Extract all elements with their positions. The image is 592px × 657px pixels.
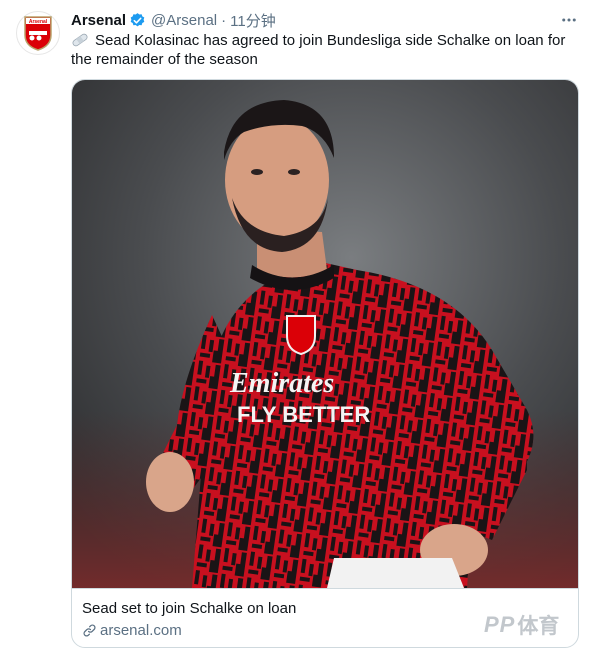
tweet-header: Arsenal @Arsenal · 11分钟	[71, 9, 580, 31]
link-icon	[83, 624, 96, 637]
timestamp[interactable]: 11分钟	[230, 10, 276, 31]
card-domain-text[interactable]: arsenal.com	[100, 621, 182, 640]
display-name[interactable]: Arsenal	[71, 12, 126, 29]
verified-badge-icon	[129, 12, 146, 29]
avatar-crest-text: Arsenal	[29, 19, 48, 25]
shirt-sponsor-line2-text: FLY BETTER	[237, 402, 370, 427]
watermark-text: 体育	[517, 615, 560, 638]
bandage-emoji-icon	[71, 33, 89, 47]
tweet: Arsenal Arsenal @Arsenal · 11分钟 Sead Kol…	[0, 0, 592, 657]
card-image: Emirates FLY BETTER	[72, 80, 578, 588]
handle[interactable]: @Arsenal	[151, 12, 217, 29]
tweet-body-text: Sead Kolasinac has agreed to join Bundes…	[71, 32, 566, 68]
shirt-sponsor-text: Emirates	[229, 368, 334, 399]
arsenal-crest-icon: Arsenal	[24, 16, 52, 51]
avatar[interactable]: Arsenal	[16, 11, 60, 55]
link-card[interactable]: Emirates FLY BETTER Sead set to join Sch…	[71, 79, 579, 648]
tweet-text: Sead Kolasinac has agreed to join Bundes…	[71, 31, 571, 69]
more-horizontal-icon[interactable]	[558, 9, 580, 31]
watermark-logo: PP	[484, 612, 516, 637]
separator-dot: ·	[221, 11, 227, 29]
pp-sports-watermark: PP 体育	[484, 611, 559, 639]
